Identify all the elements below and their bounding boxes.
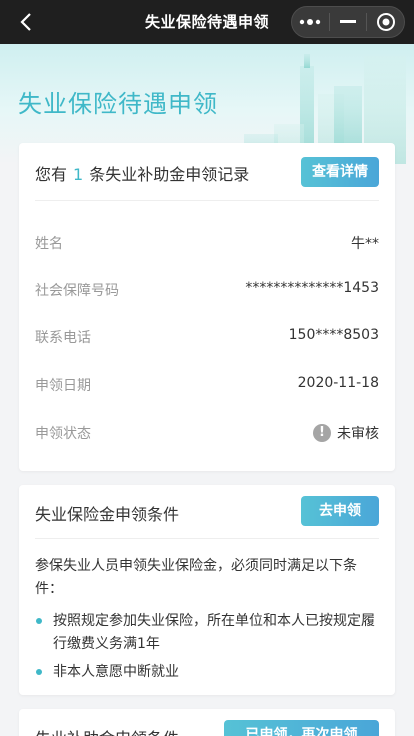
navbar: 失业保险待遇申领: [0, 0, 414, 44]
reapply-button[interactable]: 已申领，再次申领: [224, 720, 379, 736]
list-item: 按照规定参加失业保险，所在单位和本人已按规定履行缴费义务满1年: [35, 610, 381, 656]
records-count: 1: [73, 165, 84, 184]
records-summary: 您有 1 条失业补助金申领记录: [35, 161, 249, 185]
view-details-button[interactable]: 查看详情: [301, 157, 379, 187]
subsidy-conditions-title: 失业补助金申领条件: [35, 725, 179, 736]
records-summary-suffix: 条失业补助金申领记录: [89, 165, 250, 184]
field-value: **************1453: [245, 280, 379, 296]
conditions-list: 按照规定参加失业保险，所在单位和本人已按规定履行缴费义务满1年 非本人意愿中断就…: [35, 610, 381, 689]
close-button[interactable]: [367, 7, 404, 37]
insurance-conditions-title: 失业保险金申领条件: [35, 505, 180, 524]
field-label: 申领日期: [35, 378, 91, 394]
status-text: 未审核: [337, 426, 379, 442]
conditions-intro: 参保失业人员申领失业保险金，必须同时满足以下条件：: [35, 558, 357, 597]
minimize-icon: [340, 20, 356, 23]
field-value: 150****8503: [288, 327, 379, 343]
bullet-icon: [36, 618, 42, 624]
records-card-header: 您有 1 条失业补助金申领记录 查看详情: [19, 143, 395, 201]
field-value: 2020-11-18: [297, 375, 379, 391]
field-label: 姓名: [35, 236, 63, 252]
list-item: 非本人意愿中断就业: [35, 661, 381, 684]
more-button[interactable]: [292, 7, 329, 37]
apply-button[interactable]: 去申领: [301, 496, 379, 526]
miniapp-capsule: [291, 6, 405, 38]
field-value: 牛**: [351, 236, 379, 252]
field-row-apply-date: 申领日期 2020-11-18: [35, 373, 379, 397]
records-card: 您有 1 条失业补助金申领记录 查看详情 姓名 牛** 社会保障号码 *******…: [19, 143, 395, 471]
divider: [35, 200, 379, 201]
field-row-status: 申领状态 ! 未审核: [35, 421, 379, 445]
more-dots-icon: [300, 19, 321, 25]
condition-text: 按照规定参加失业保险，所在单位和本人已按规定履行缴费义务满1年: [53, 613, 375, 652]
divider: [35, 538, 379, 539]
insurance-conditions-header: 失业保险金申领条件 去申领: [19, 485, 395, 537]
hero-title: 失业保险待遇申领: [18, 90, 218, 118]
records-summary-prefix: 您有: [35, 165, 68, 184]
field-row-phone: 联系电话 150****8503: [35, 325, 379, 349]
status-value: ! 未审核: [313, 423, 379, 443]
field-row-name: 姓名 牛**: [35, 231, 379, 255]
field-label: 社会保障号码: [35, 283, 119, 299]
target-close-icon: [376, 13, 395, 31]
condition-text: 非本人意愿中断就业: [53, 664, 179, 680]
bullet-icon: [36, 669, 42, 675]
exclamation-icon: !: [313, 424, 331, 442]
field-label: 申领状态: [35, 426, 91, 442]
minimize-button[interactable]: [330, 7, 367, 37]
field-label: 联系电话: [35, 330, 91, 346]
field-row-social-security: 社会保障号码 **************1453: [35, 278, 379, 302]
subsidy-conditions-card: 失业补助金申领条件 已申领，再次申领: [19, 709, 395, 736]
insurance-conditions-card: 失业保险金申领条件 去申领 参保失业人员申领失业保险金，必须同时满足以下条件： …: [19, 485, 395, 695]
